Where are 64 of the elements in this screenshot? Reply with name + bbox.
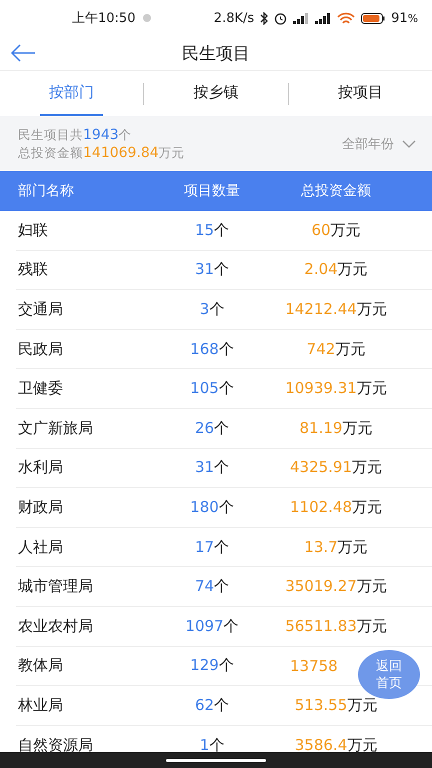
- home-indicator[interactable]: [166, 758, 266, 762]
- page-title: 民生项目: [182, 42, 250, 64]
- department-name: 财政局: [18, 498, 64, 517]
- project-count-cell: 15个: [194, 220, 230, 240]
- battery-icon: [361, 12, 386, 24]
- back-arrow-icon: [10, 44, 36, 62]
- total-investment: 总投资金额141069.84万元: [18, 144, 185, 162]
- investment-cell: 10939.31万元: [285, 379, 387, 398]
- column-header: 总投资金额: [300, 182, 372, 200]
- investment-cell: 81.19万元: [300, 418, 372, 438]
- signal-icon: [293, 12, 310, 24]
- project-count-cell: 3个: [200, 300, 224, 319]
- investment-cell: 4325.91万元: [290, 458, 382, 478]
- project-count-cell: 31个: [194, 458, 230, 478]
- department-name: 人社局: [18, 538, 64, 557]
- project-count-cell: 180个: [190, 498, 234, 517]
- investment-cell: 13758: [290, 656, 338, 675]
- bluetooth-icon: [260, 12, 268, 24]
- investment-cell: 1102.48万元: [290, 498, 382, 517]
- project-count-cell: 31个: [194, 260, 230, 280]
- department-name: 水利局: [18, 458, 64, 478]
- project-count-cell: 1097个: [185, 616, 239, 636]
- tab[interactable]: 按项目: [338, 71, 383, 116]
- home-button[interactable]: 返回首页: [358, 650, 420, 699]
- department-name: 残联: [18, 260, 49, 280]
- project-count-cell: 168个: [190, 340, 234, 359]
- status-time: 上午10:50: [72, 10, 136, 27]
- department-name: 民政局: [18, 340, 64, 359]
- project-count-cell: 129个: [190, 656, 234, 676]
- investment-cell: 2.04万元: [304, 260, 368, 280]
- project-count-cell: 17个: [194, 538, 230, 557]
- department-name: 城市管理局: [18, 577, 94, 596]
- investment-cell: 13.7万元: [304, 538, 368, 557]
- investment-cell: 3586.4万元: [294, 736, 378, 752]
- project-count-cell: 26个: [194, 418, 230, 438]
- network-speed: 2.8K/s: [214, 10, 254, 26]
- department-name: 林业局: [18, 696, 64, 715]
- tab[interactable]: 按乡镇: [193, 71, 238, 116]
- project-count-cell: 1个: [200, 736, 224, 752]
- investment-cell: 60万元: [311, 220, 361, 240]
- project-count-cell: 74个: [194, 577, 230, 596]
- project-count: 民生项目共1943个: [18, 126, 133, 144]
- department-name: 教体局: [18, 656, 64, 676]
- department-name: 妇联: [18, 220, 49, 240]
- column-header: 项目数量: [183, 182, 241, 200]
- department-name: 文广新旅局: [18, 418, 94, 438]
- investment-cell: 35019.27万元: [285, 577, 387, 596]
- battery-level: 91%: [391, 10, 418, 26]
- department-name: 卫健委: [18, 379, 64, 398]
- column-header: 部门名称: [18, 182, 75, 200]
- department-name: 交通局: [18, 300, 64, 319]
- department-name: 自然资源局: [18, 736, 94, 752]
- chevron-down-icon: [402, 140, 416, 148]
- year-dropdown[interactable]: 全部年份: [342, 134, 416, 152]
- investment-cell: 14212.44万元: [285, 300, 387, 319]
- alarm-icon: [274, 12, 288, 24]
- project-count-cell: 105个: [190, 379, 234, 398]
- wifi-icon: [337, 12, 356, 24]
- department-name: 农业农村局: [18, 616, 94, 636]
- notification-icon: [141, 13, 154, 23]
- project-count-cell: 62个: [194, 696, 230, 715]
- signal-icon: [315, 12, 332, 24]
- investment-cell: 742万元: [306, 340, 366, 359]
- investment-cell: 56511.83万元: [285, 616, 387, 636]
